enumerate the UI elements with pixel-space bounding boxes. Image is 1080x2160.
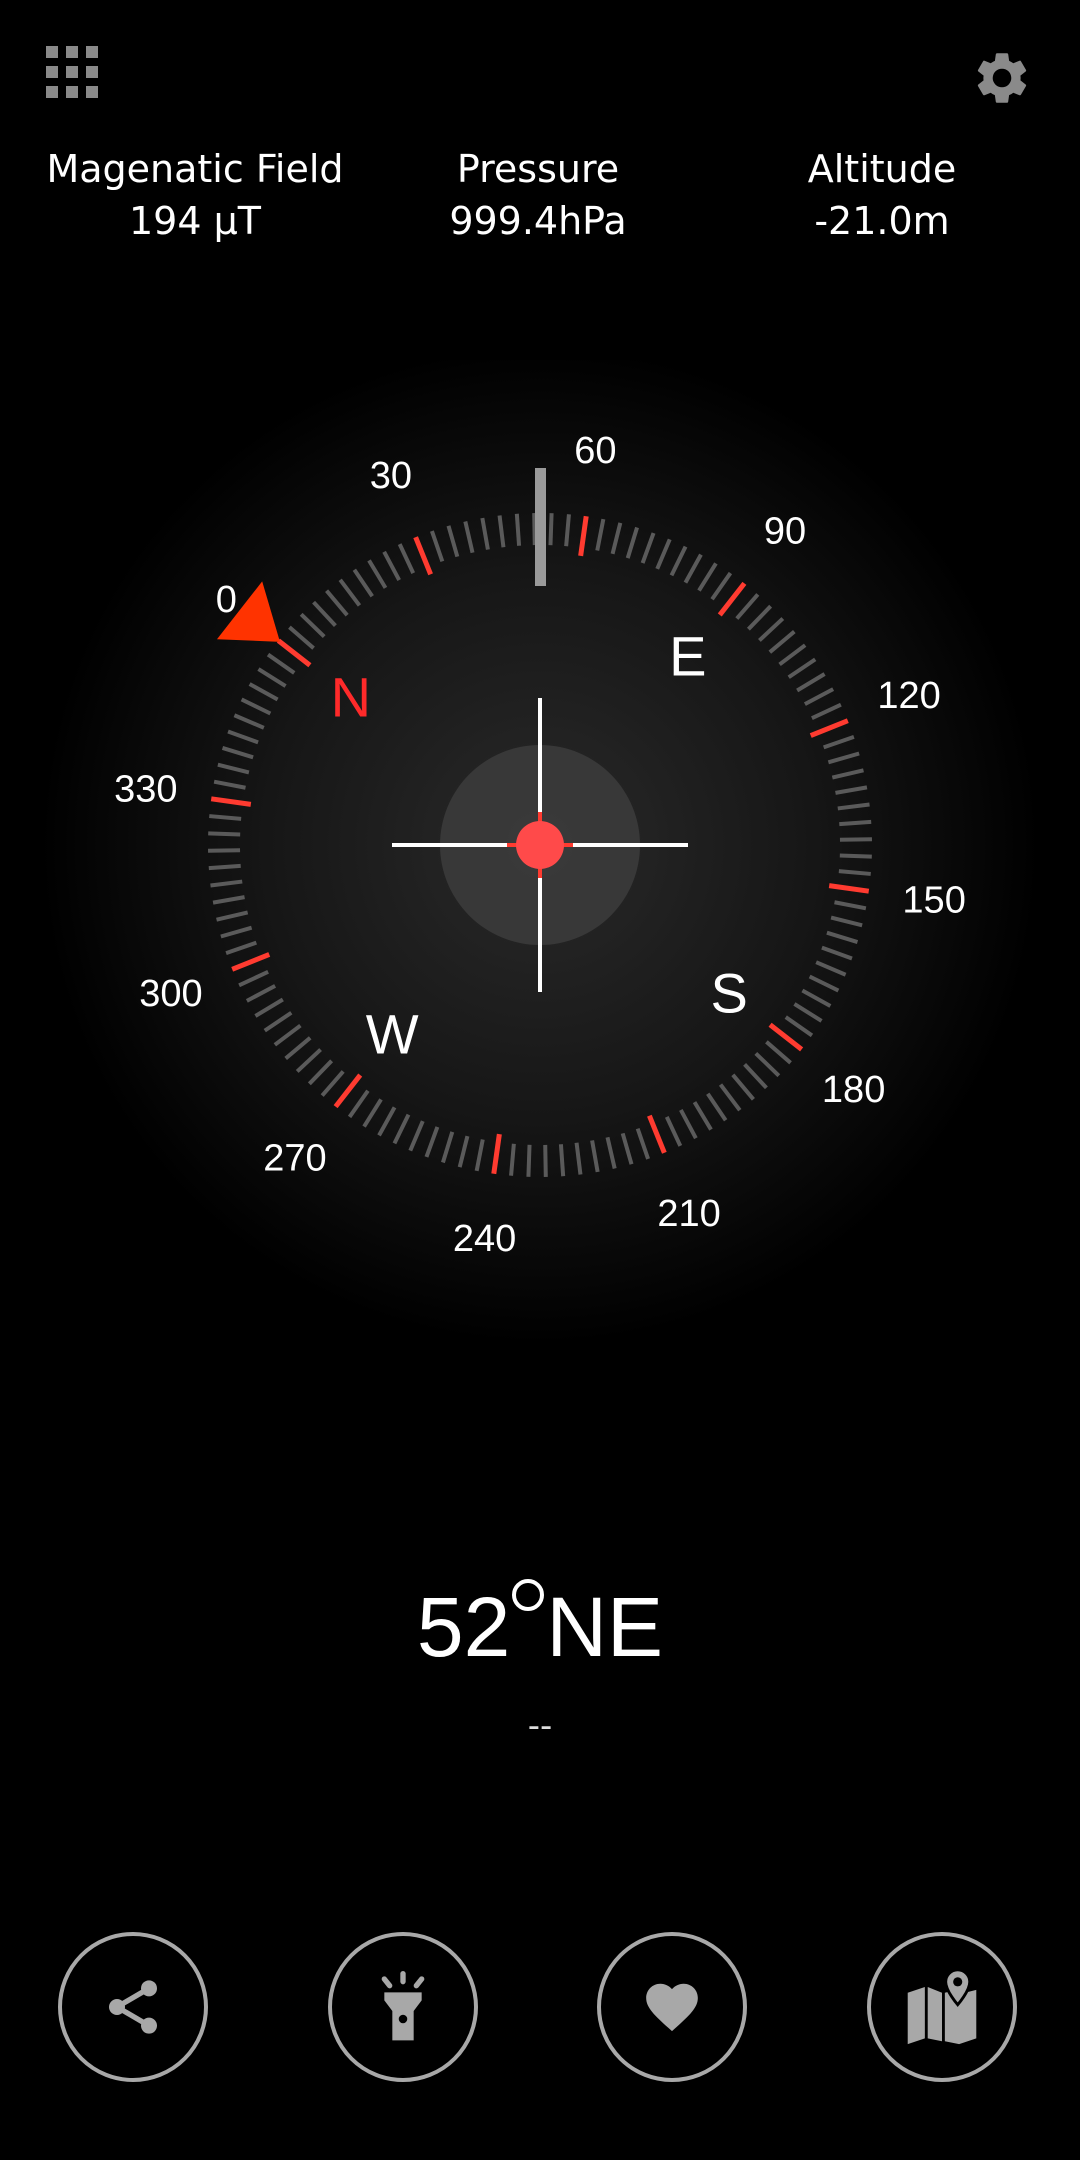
degree-label: 120 — [877, 675, 940, 717]
minor-tick — [526, 1144, 532, 1177]
cardinal-e: E — [669, 624, 706, 687]
action-bar — [0, 1932, 1080, 2092]
settings-button[interactable] — [970, 46, 1034, 110]
minor-tick — [509, 1143, 516, 1176]
altitude-label: Altitude — [807, 147, 957, 191]
minor-tick — [558, 1144, 566, 1177]
minor-tick — [514, 513, 522, 546]
sensor-stats: Magenatic Field 194 µT Pressure 999.4hPa… — [0, 146, 1080, 266]
map-pin-icon — [907, 1968, 977, 2045]
degree-label: 270 — [263, 1138, 326, 1180]
magnetic-field-label: Magenatic Field — [46, 147, 344, 191]
minor-tick — [839, 837, 872, 842]
minor-tick — [543, 1144, 548, 1177]
heading-readout: 52 NE — [0, 1579, 1080, 1669]
pressure-value: 999.4hPa — [449, 198, 627, 243]
minor-tick — [838, 869, 871, 876]
heading-degrees: 52 — [416, 1580, 511, 1674]
heading-reference-marker — [535, 468, 546, 586]
degree-label: 90 — [764, 510, 806, 552]
degree-label: 330 — [114, 769, 177, 811]
minor-tick — [208, 863, 241, 871]
minor-tick — [839, 819, 872, 827]
degree-label: 0 — [216, 579, 237, 621]
share-button[interactable] — [58, 1932, 208, 2082]
degree-label: 180 — [822, 1069, 885, 1111]
degree-label: 60 — [574, 430, 616, 472]
cardinal-n: N — [331, 666, 371, 729]
grid-menu-icon — [46, 46, 98, 98]
menu-button[interactable] — [44, 44, 100, 100]
bubble-level-dot — [516, 821, 564, 869]
compass-dial: 0 30 60 90 120 150 180 210 240 270 300 330 N E S W — [40, 360, 1040, 1345]
altitude-value: -21.0m — [814, 198, 950, 243]
altitude-stat: Altitude -21.0m — [702, 146, 1062, 245]
favorite-button[interactable] — [597, 1932, 747, 2082]
cardinal-w: W — [366, 1003, 419, 1066]
magnetic-field-stat: Magenatic Field 194 µT — [15, 146, 375, 245]
map-button[interactable] — [867, 1932, 1017, 2082]
degree-label: 240 — [453, 1218, 516, 1260]
minor-tick — [839, 853, 872, 859]
degree-label: 30 — [370, 455, 412, 497]
magnetic-field-value: 194 µT — [129, 198, 261, 243]
minor-tick — [209, 814, 242, 821]
flashlight-button[interactable] — [328, 1932, 478, 2082]
pressure-stat: Pressure 999.4hPa — [358, 146, 718, 245]
minor-tick — [208, 848, 241, 853]
minor-tick — [208, 831, 241, 837]
minor-tick — [532, 513, 537, 546]
heart-icon — [646, 1983, 698, 2032]
share-icon — [109, 1980, 157, 2034]
flashlight-icon — [381, 1971, 425, 2041]
minor-tick — [548, 513, 554, 546]
degree-label: 150 — [902, 879, 965, 921]
pressure-label: Pressure — [456, 147, 620, 191]
cardinal-s: S — [710, 961, 747, 1024]
heading-direction: NE — [546, 1580, 664, 1674]
location-subtext: -- — [527, 1706, 553, 1746]
minor-tick — [564, 514, 571, 547]
gear-icon — [977, 53, 1027, 103]
degree-symbol-icon — [512, 1579, 545, 1611]
degree-label: 300 — [139, 973, 202, 1015]
degree-label: 210 — [657, 1193, 720, 1235]
